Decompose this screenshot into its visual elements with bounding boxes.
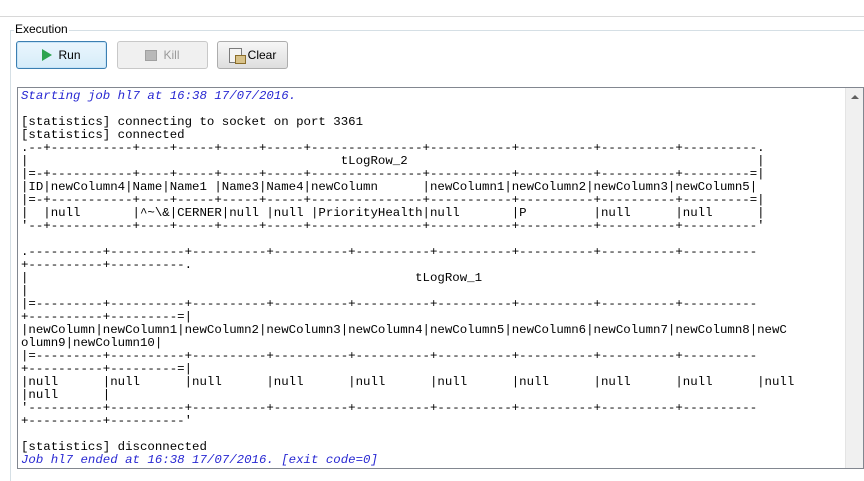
console-output[interactable]: Starting job hl7 at 16:38 17/07/2016. [st… [17, 87, 864, 469]
kill-button-label: Kill [163, 48, 180, 62]
console-line: | tLogRow_1 [21, 271, 483, 285]
stop-icon [145, 49, 158, 61]
console-line: |null |null |null |null |null |null |nul… [21, 375, 795, 389]
clear-console-icon [228, 47, 246, 64]
console-line: Starting job hl7 at 16:38 17/07/2016. [21, 89, 297, 103]
clear-button[interactable]: Clear [217, 41, 288, 69]
console-line: +----------+----------' [21, 414, 193, 428]
run-button[interactable]: Run [16, 41, 107, 69]
chevron-up-icon[interactable] [846, 88, 863, 105]
console-text: Starting job hl7 at 16:38 17/07/2016. [st… [21, 90, 847, 467]
vertical-scrollbar[interactable] [845, 88, 863, 468]
play-icon [42, 49, 53, 61]
console-line: Job hl7 ended at 16:38 17/07/2016. [exit… [21, 453, 378, 467]
kill-button[interactable]: Kill [117, 41, 208, 69]
clear-button-label: Clear [247, 48, 277, 62]
run-button-label: Run [58, 48, 81, 62]
section-title: Execution [14, 22, 69, 36]
console-line: '--+-----------+----+-----+-----+-----+-… [21, 219, 765, 233]
top-strip [0, 0, 864, 17]
